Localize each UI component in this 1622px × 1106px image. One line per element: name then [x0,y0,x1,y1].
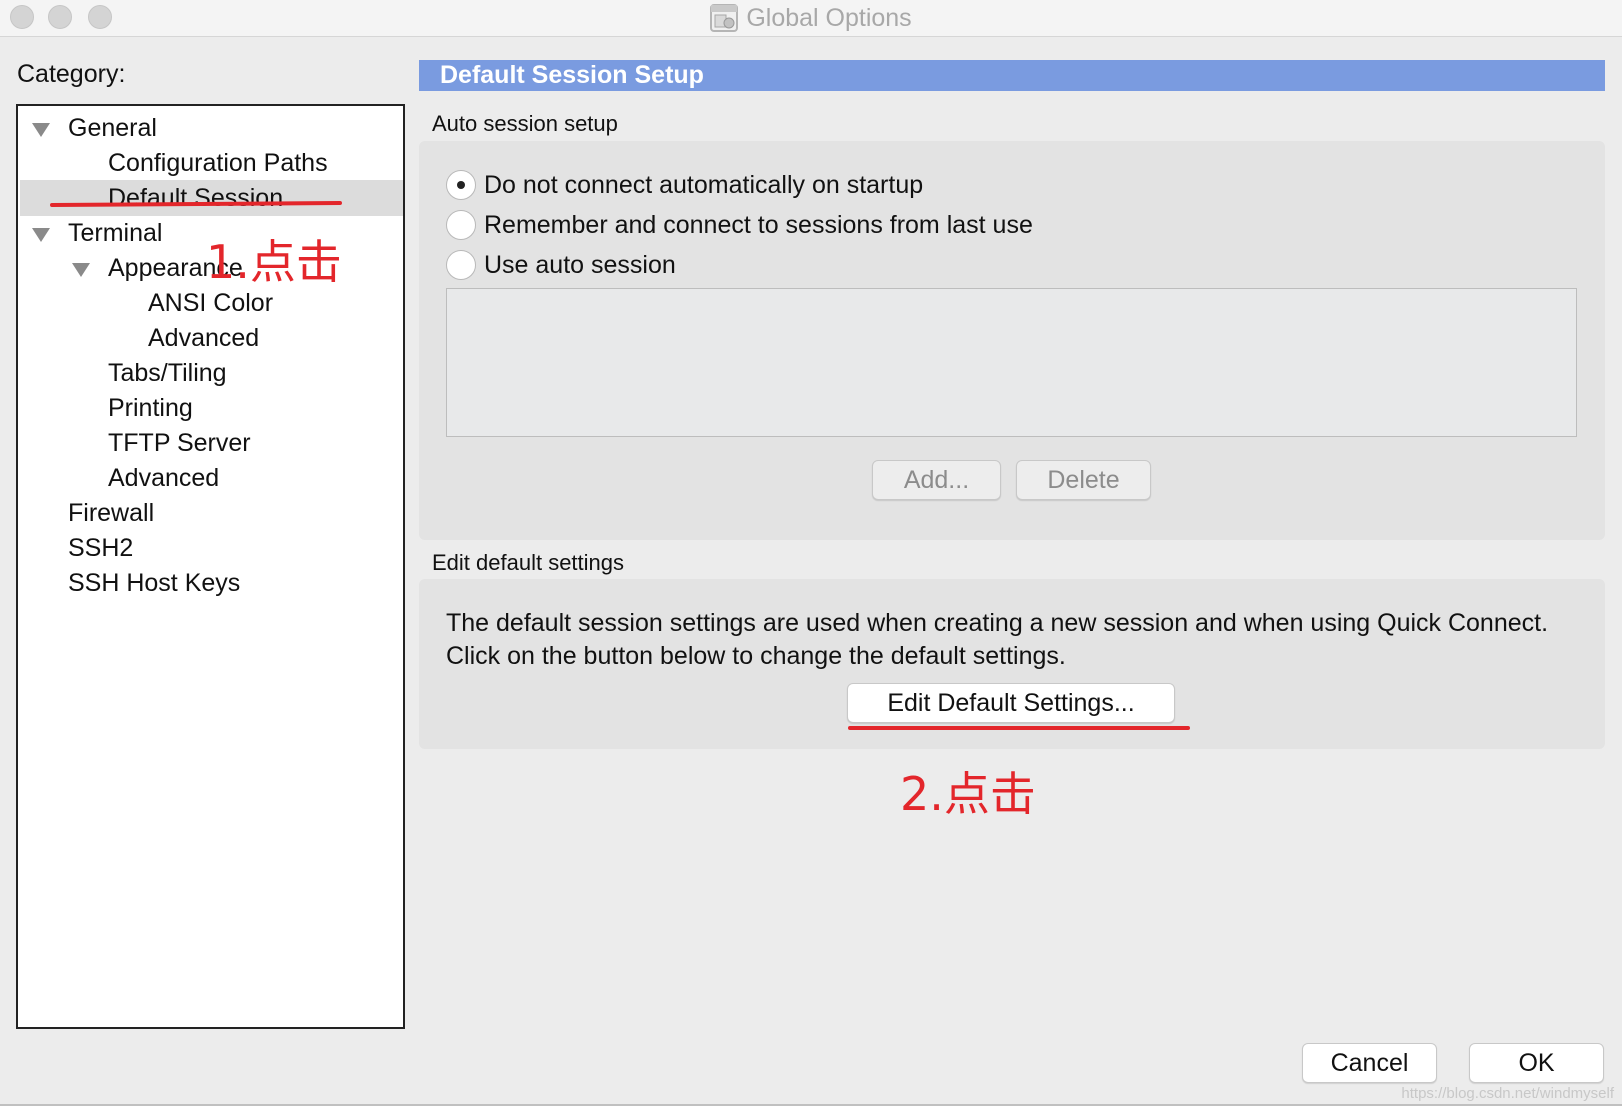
tree-item-label: Advanced [108,464,220,492]
watermark: https://blog.csdn.net/windmyself [1401,1085,1614,1102]
cancel-button[interactable]: Cancel [1302,1043,1437,1083]
title-bar: Global Options [0,0,1622,37]
tree-item-configuration-paths[interactable]: Configuration Paths [20,145,403,181]
radio-label: Use auto session [484,250,676,279]
global-options-window: Global Options Category: General Configu… [0,0,1622,1106]
tree-item-printing[interactable]: Printing [20,390,403,426]
tree-item-label: Advanced [148,324,260,352]
tree-item-label: Printing [108,394,193,422]
annotation-step-1: 1.点击 [206,235,342,289]
disclosure-triangle-icon[interactable] [32,123,50,137]
tree-item-ssh2[interactable]: SSH2 [20,530,403,566]
tree-item-terminal-advanced[interactable]: Advanced [20,460,403,496]
auto-session-list[interactable] [446,288,1577,437]
add-session-button[interactable]: Add... [872,460,1001,500]
app-icon [710,4,739,32]
tree-item-label: Tabs/Tiling [108,359,227,387]
tree-item-general[interactable]: General [20,110,403,146]
radio-button[interactable] [446,250,476,280]
tree-item-tftp-server[interactable]: TFTP Server [20,425,403,461]
tree-item-default-session[interactable]: Default Session [20,180,403,216]
disclosure-triangle-icon[interactable] [72,263,90,277]
disclosure-triangle-icon[interactable] [32,228,50,242]
delete-session-button[interactable]: Delete [1016,460,1151,500]
radio-button[interactable] [446,210,476,240]
edit-defaults-description: The default session settings are used wh… [446,609,1549,670]
window-title-group: Global Options [0,0,1622,36]
window-title: Global Options [746,3,912,32]
tree-item-label: Terminal [68,219,163,247]
ok-button[interactable]: OK [1469,1043,1604,1083]
tree-item-label: TFTP Server [108,429,251,457]
tree-item-label: General [68,114,157,142]
radio-button[interactable] [446,170,476,200]
radio-label: Remember and connect to sessions from la… [484,210,1033,239]
tree-item-label: Firewall [68,499,155,527]
tree-item-ssh-host-keys[interactable]: SSH Host Keys [20,565,403,601]
tree-item-appearance-advanced[interactable]: Advanced [20,320,403,356]
tree-item-label: SSH Host Keys [68,569,241,597]
radio-remember-last-use[interactable]: Remember and connect to sessions from la… [446,208,1033,242]
annotation-step-2: 2.点击 [900,767,1036,821]
radio-no-auto-connect[interactable]: Do not connect automatically on startup [446,168,923,202]
radio-label: Do not connect automatically on startup [484,170,924,199]
annotation-underline-2 [848,726,1190,730]
auto-session-group-label: Auto session setup [432,111,618,136]
tree-item-firewall[interactable]: Firewall [20,495,403,531]
edit-default-settings-button[interactable]: Edit Default Settings... [847,683,1175,723]
tree-item-label: Default Session [108,184,284,212]
page-title: Default Session Setup [419,60,1605,91]
edit-defaults-group-label: Edit default settings [432,550,625,575]
tree-item-label: SSH2 [68,534,134,562]
tree-item-tabs-tiling[interactable]: Tabs/Tiling [20,355,403,391]
category-label: Category: [17,60,126,88]
radio-use-auto-session[interactable]: Use auto session [446,248,676,282]
tree-item-label: Configuration Paths [108,149,328,177]
